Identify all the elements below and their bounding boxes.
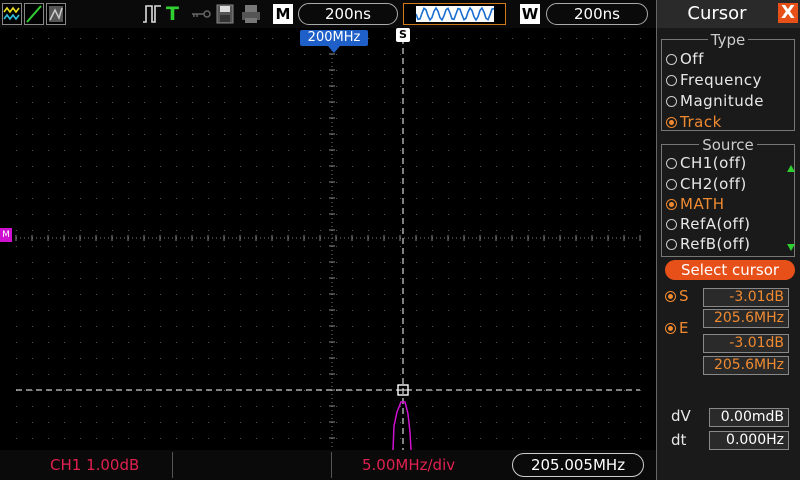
cursor-s-marker[interactable]: S — [396, 28, 410, 42]
dv-value: 0.00mdB — [709, 408, 789, 427]
w-mode-label: W — [520, 4, 540, 24]
center-frequency-readout[interactable]: 205.005MHz — [512, 453, 644, 477]
status-divider — [172, 452, 173, 478]
radio-icon — [666, 54, 677, 65]
scroll-up-icon[interactable] — [787, 165, 795, 172]
m-timebase-value[interactable]: 200ns — [298, 3, 398, 25]
source-option-refa[interactable]: RefA(off) — [666, 215, 750, 235]
print-icon[interactable] — [240, 3, 262, 25]
source-option-math[interactable]: MATH — [666, 195, 724, 215]
waveform-memory-indicator — [403, 3, 506, 25]
type-option-off[interactable]: Off — [666, 50, 704, 70]
cursor-s-radio[interactable]: S — [665, 287, 689, 305]
math-channel-marker[interactable]: M — [0, 228, 12, 242]
radio-icon — [666, 96, 677, 107]
type-group: Type Off Frequency Magnitude Track — [661, 31, 795, 133]
panel-title: Cursor — [687, 3, 747, 24]
ch1-scale-status[interactable]: CH1 1.00dB — [50, 456, 139, 474]
dt-value: 0.000Hz — [709, 431, 789, 450]
cursor-s-magnitude: -3.01dB — [703, 288, 789, 307]
status-divider — [331, 452, 332, 478]
cursor-s-frequency: 205.6MHz — [703, 309, 789, 328]
dv-label: dV — [671, 407, 691, 425]
radio-selected-icon — [665, 291, 676, 302]
radio-icon — [666, 219, 677, 230]
type-option-magnitude[interactable]: Magnitude — [666, 92, 764, 112]
select-cursor-button[interactable]: Select cursor — [665, 260, 795, 280]
math-fft-trace — [392, 401, 412, 450]
center-frequency-marker-tip — [328, 46, 340, 53]
save-icon[interactable] — [215, 3, 235, 25]
cursor-e-frequency: 205.6MHz — [703, 356, 789, 375]
dt-label: dt — [671, 431, 687, 449]
radio-selected-icon — [665, 323, 676, 334]
radio-icon — [666, 179, 677, 190]
radio-selected-icon — [666, 199, 677, 210]
panel-header: Cursor X — [657, 0, 800, 28]
type-group-label: Type — [707, 31, 749, 49]
cursor-e-radio[interactable]: E — [665, 319, 688, 337]
radio-icon — [666, 75, 677, 86]
waveform-display[interactable]: 200MHz S M — [0, 28, 656, 450]
vector-icon[interactable] — [24, 3, 44, 25]
close-button[interactable]: X — [778, 3, 798, 23]
m-mode-label: M — [273, 4, 293, 24]
radio-selected-icon — [666, 117, 677, 128]
type-option-frequency[interactable]: Frequency — [666, 71, 762, 91]
source-option-ch2[interactable]: CH2(off) — [666, 175, 747, 195]
top-toolbar: T M 200ns W 200ns — [0, 0, 656, 28]
trigger-edge-icon[interactable] — [142, 3, 162, 25]
persist-icon[interactable] — [46, 3, 66, 25]
source-group-label: Source — [699, 136, 757, 154]
cursor-e-magnitude: -3.01dB — [703, 334, 789, 353]
radio-icon — [666, 158, 677, 169]
source-group: Source CH1(off) CH2(off) MATH RefA(off) … — [661, 136, 795, 257]
type-option-track[interactable]: Track — [666, 113, 722, 133]
key-icon — [190, 3, 212, 25]
w-timebase-value[interactable]: 200ns — [546, 3, 648, 25]
trigger-t-icon: T — [166, 3, 179, 25]
source-option-ch1[interactable]: CH1(off) — [666, 154, 747, 174]
grid — [15, 37, 641, 450]
wave-display-icon[interactable] — [2, 3, 22, 25]
radio-icon — [666, 239, 677, 250]
center-frequency-marker[interactable]: 200MHz — [300, 30, 368, 46]
scroll-down-icon[interactable] — [787, 244, 795, 251]
cursor-menu-panel: Cursor X Type Off Frequency Magnitude Tr… — [656, 0, 800, 480]
source-option-refb[interactable]: RefB(off) — [666, 235, 751, 255]
status-bar: CH1 1.00dB 5.00MHz/div 205.005MHz — [0, 450, 656, 480]
frequency-scale-status[interactable]: 5.00MHz/div — [362, 456, 455, 474]
